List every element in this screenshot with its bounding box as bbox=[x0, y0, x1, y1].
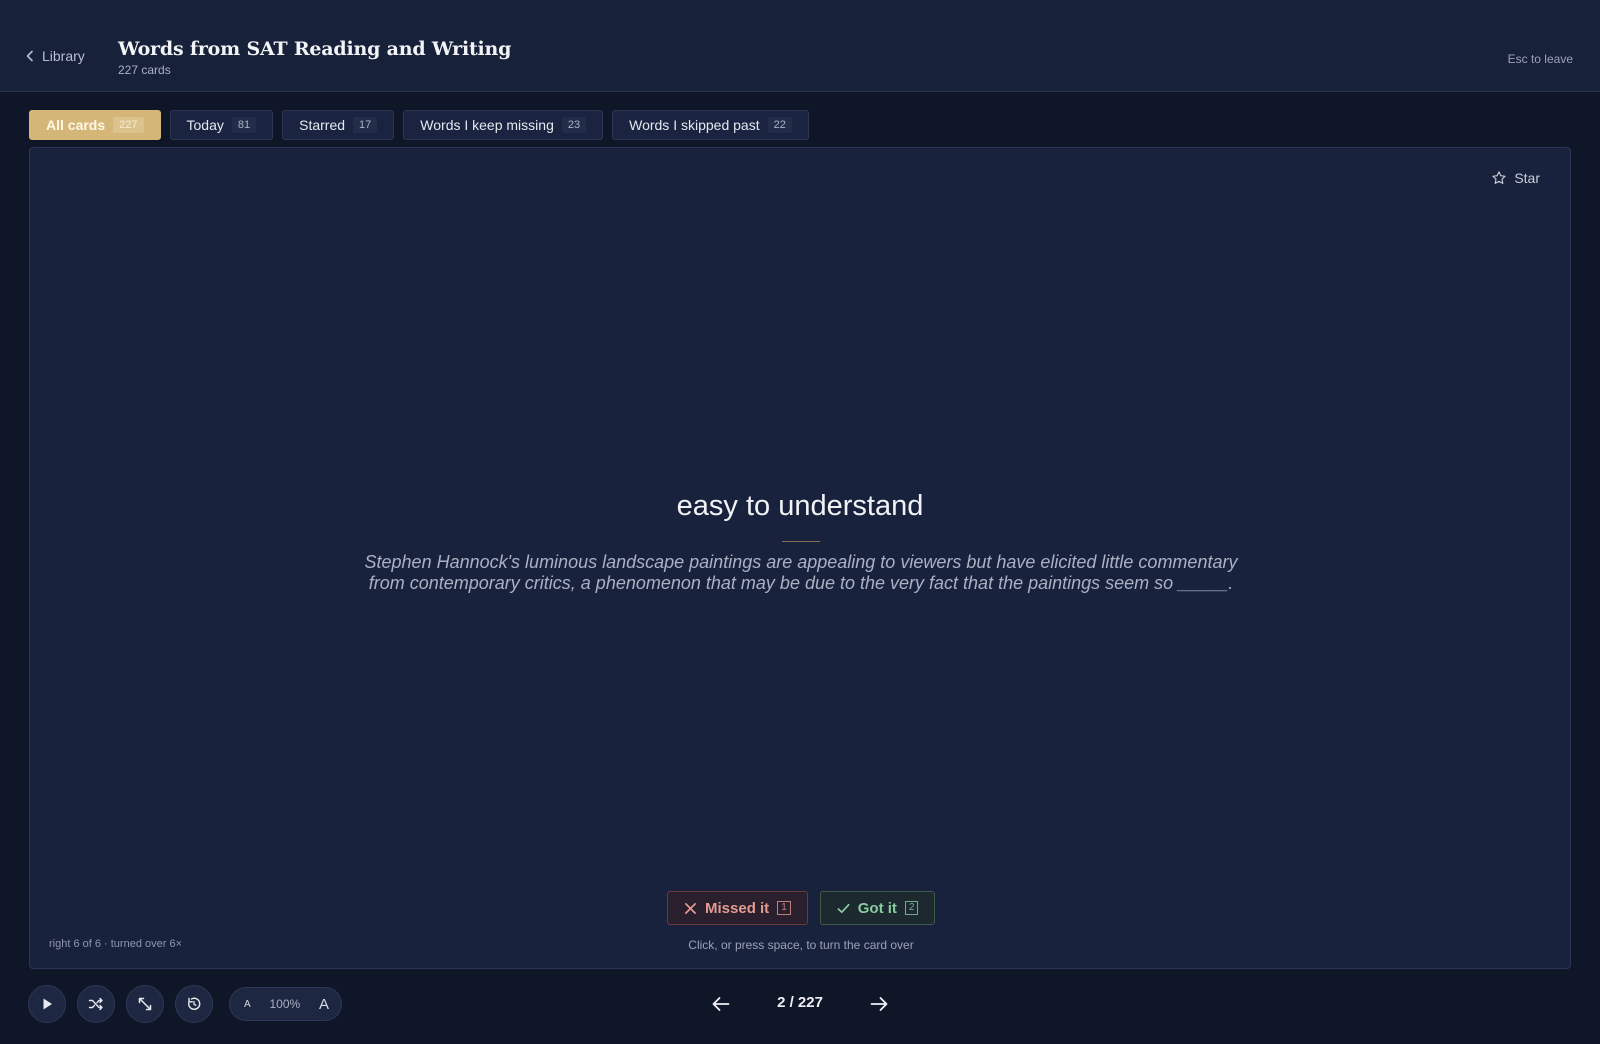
esc-hint: Esc to leave bbox=[1507, 52, 1573, 66]
x-icon bbox=[685, 902, 696, 914]
missed-label: Missed it bbox=[705, 899, 770, 917]
play-button[interactable] bbox=[28, 985, 66, 1023]
arrow-right-icon bbox=[870, 997, 888, 1011]
tab-count: 81 bbox=[231, 117, 257, 133]
tab-label: All cards bbox=[46, 117, 106, 133]
tab-count: 22 bbox=[767, 117, 792, 133]
tab-skipped-past[interactable]: Words I skipped past 22 bbox=[612, 110, 809, 140]
tab-count: 17 bbox=[353, 117, 378, 133]
tab-label: Starred bbox=[299, 117, 346, 133]
increase-font-button[interactable]: A bbox=[319, 996, 329, 1013]
tab-starred[interactable]: Starred 17 bbox=[282, 110, 395, 140]
deck-card-count: 227 cards bbox=[118, 63, 171, 77]
missed-shortcut-key: 1 bbox=[777, 901, 791, 915]
reset-icon bbox=[188, 997, 201, 1010]
next-card-button[interactable] bbox=[868, 993, 890, 1015]
font-size-control: A 100% A bbox=[229, 987, 342, 1021]
header-bar: Library Words from SAT Reading and Writi… bbox=[0, 0, 1600, 92]
tab-all-cards[interactable]: All cards 227 bbox=[29, 110, 161, 140]
tab-count: 23 bbox=[561, 117, 587, 133]
card-position: 2 / 227 bbox=[777, 994, 823, 1011]
filter-tabs: All cards 227 Today 81 Starred 17 Words … bbox=[29, 110, 809, 140]
check-icon bbox=[837, 903, 850, 913]
missed-it-button[interactable]: Missed it 1 bbox=[667, 891, 808, 925]
reset-button[interactable] bbox=[175, 985, 213, 1023]
card-example-sentence: Stephen Hannock's luminous landscape pai… bbox=[364, 552, 1238, 593]
shuffle-button[interactable] bbox=[77, 985, 115, 1023]
zoom-level: 100% bbox=[269, 997, 301, 1011]
flip-hint: Click, or press space, to turn the card … bbox=[688, 938, 914, 952]
tab-label: Today bbox=[186, 117, 224, 133]
tab-count: 227 bbox=[113, 117, 144, 133]
got-it-button[interactable]: Got it 2 bbox=[819, 891, 936, 925]
star-outline-icon bbox=[1492, 171, 1506, 184]
back-label: Library bbox=[42, 48, 85, 64]
tab-keep-missing[interactable]: Words I keep missing 23 bbox=[403, 110, 604, 140]
chevron-left-icon bbox=[26, 50, 33, 62]
star-button[interactable]: Star bbox=[1491, 170, 1540, 186]
shuffle-icon bbox=[88, 997, 103, 1011]
previous-card-button[interactable] bbox=[710, 993, 732, 1015]
deck-title: Words from SAT Reading and Writing bbox=[118, 38, 512, 60]
back-to-library-link[interactable]: Library bbox=[24, 48, 85, 64]
expand-icon bbox=[138, 997, 152, 1011]
answer-buttons: Missed it 1 Got it 2 bbox=[667, 891, 936, 925]
tab-today[interactable]: Today 81 bbox=[169, 110, 274, 140]
got-label: Got it bbox=[857, 899, 897, 917]
card-term: easy to understand bbox=[676, 490, 924, 522]
star-label: Star bbox=[1514, 170, 1540, 186]
tab-label: Words I keep missing bbox=[420, 117, 554, 133]
card-divider bbox=[782, 541, 820, 542]
decrease-font-button[interactable]: A bbox=[244, 999, 251, 1010]
tab-label: Words I skipped past bbox=[629, 117, 760, 133]
arrow-left-icon bbox=[712, 997, 730, 1011]
play-icon bbox=[43, 998, 52, 1010]
flashcard[interactable]: Star easy to understand Stephen Hannock'… bbox=[29, 147, 1571, 969]
expand-button[interactable] bbox=[126, 985, 164, 1023]
got-shortcut-key: 2 bbox=[904, 901, 919, 915]
